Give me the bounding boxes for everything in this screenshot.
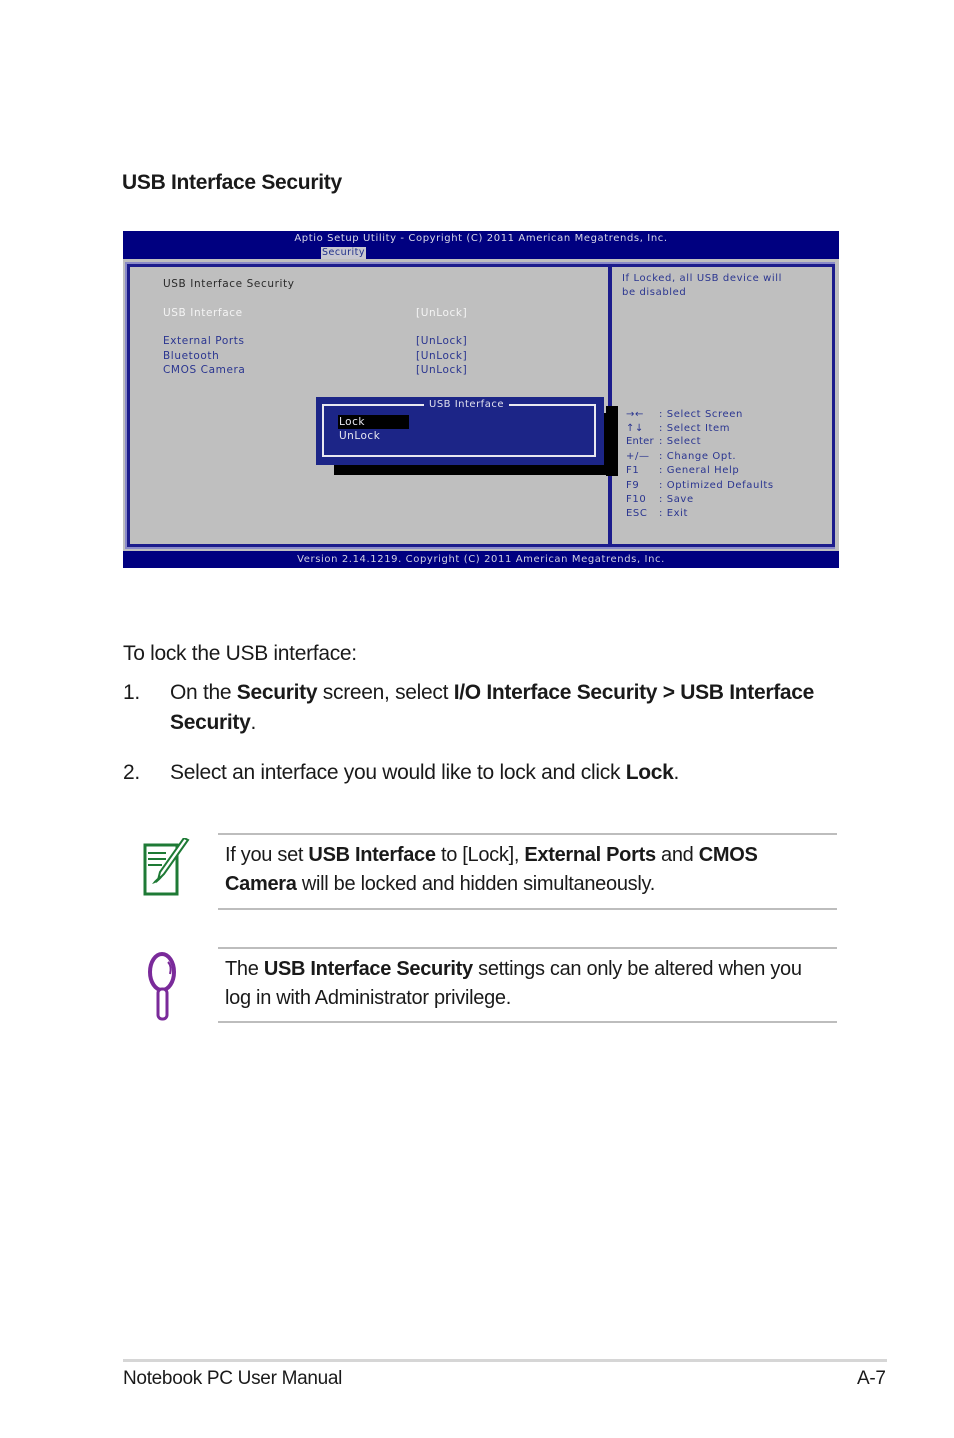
key-f9: F9	[626, 480, 640, 491]
step-text-part: On the	[170, 681, 237, 704]
note-rule-bottom	[218, 908, 837, 910]
popup-option-unlock[interactable]: UnLock	[338, 429, 380, 443]
setting-usb-interface-label[interactable]: USB Interface	[163, 307, 243, 319]
key-enter-action: : Select	[659, 436, 702, 447]
key-f1: F1	[626, 465, 640, 476]
instruction-step-2: 2. Select an interface you would like to…	[123, 758, 823, 788]
setting-cmos-camera-value[interactable]: [UnLock]	[416, 364, 467, 376]
step-text: On the Security screen, select I/O Inter…	[170, 678, 820, 738]
footer-rule	[123, 1359, 887, 1362]
setting-cmos-camera-label[interactable]: CMOS Camera	[163, 364, 245, 376]
step-text-part: screen, select	[317, 681, 454, 704]
key-select-screen: →←	[626, 409, 644, 420]
note-text-part: and	[655, 844, 699, 866]
tip-text-admin: The USB Interface Security settings can …	[225, 955, 825, 1013]
key-enter: Enter	[626, 436, 654, 447]
bios-screenshot: Aptio Setup Utility - Copyright (C) 2011…	[123, 231, 839, 568]
instruction-step-1: 1. On the Security screen, select I/O In…	[123, 678, 823, 740]
tip-rule-top	[218, 947, 837, 949]
bios-footer: Version 2.14.1219. Copyright (C) 2011 Am…	[123, 551, 839, 568]
step-text-part: Select an interface you would like to lo…	[170, 761, 626, 784]
note-text-usb-lock: If you set USB Interface to [Lock], Exte…	[225, 841, 825, 899]
key-select-item: ↑↓	[626, 423, 644, 434]
step-text-part: .	[673, 761, 680, 784]
tip-rule-bottom	[218, 1021, 837, 1023]
note-text-part: If you set	[225, 844, 309, 866]
bios-header-title: Aptio Setup Utility - Copyright (C) 2011…	[294, 233, 668, 244]
step-bold-security: Security	[236, 681, 318, 704]
footer-manual-title: Notebook PC User Manual	[123, 1368, 343, 1389]
panel-title: USB Interface Security	[163, 278, 295, 290]
section-title: USB Interface Security	[122, 171, 342, 194]
step-text-part: .	[250, 711, 257, 734]
popup-title: USB Interface	[424, 398, 509, 411]
usb-interface-popup: USB Interface Lock UnLock	[316, 397, 604, 465]
step-number: 1.	[123, 681, 140, 704]
popup-option-lock[interactable]: Lock	[338, 415, 409, 429]
key-f10: F10	[626, 494, 647, 505]
step-number: 2.	[123, 761, 140, 784]
key-f1-action: : General Help	[659, 465, 740, 476]
key-select-item-action: : Select Item	[659, 423, 731, 434]
popup-border: USB Interface Lock UnLock	[322, 398, 596, 457]
setting-external-ports-label[interactable]: External Ports	[163, 335, 245, 347]
note-text-part: will be locked and hidden simultaneously…	[296, 873, 655, 895]
key-f10-action: : Save	[659, 494, 694, 505]
key-select-screen-action: : Select Screen	[659, 409, 743, 420]
note-text-part: to [Lock],	[435, 844, 525, 866]
magnifier-tip-icon	[146, 950, 182, 1027]
step-text: Select an interface you would like to lo…	[170, 758, 820, 788]
key-change-opt-action: : Change Opt.	[659, 451, 737, 462]
help-text-line-1: If Locked, all USB device will	[622, 273, 783, 284]
setting-external-ports-value[interactable]: [UnLock]	[416, 335, 467, 347]
setting-bluetooth-value[interactable]: [UnLock]	[416, 350, 467, 362]
key-esc: ESC	[626, 508, 648, 519]
note-rule-top	[218, 833, 837, 835]
popup-shadow-edge	[606, 406, 618, 476]
help-text-line-2: be disabled	[622, 287, 687, 298]
tab-security[interactable]: Security	[321, 247, 367, 259]
note-text-part: The	[225, 958, 264, 980]
page-number: A-7	[857, 1368, 886, 1389]
bios-help-panel: If Locked, all USB device will be disabl…	[609, 264, 835, 547]
note-pencil-icon	[142, 836, 194, 903]
instructions-intro: To lock the USB interface:	[123, 642, 357, 665]
bios-header: Aptio Setup Utility - Copyright (C) 2011…	[123, 231, 839, 259]
note-bold-external-ports: External Ports	[524, 844, 656, 866]
key-esc-action: : Exit	[659, 508, 689, 519]
note-bold-usb-interface-security: USB Interface Security	[263, 958, 473, 980]
setting-usb-interface-value[interactable]: [UnLock]	[416, 307, 467, 319]
key-f9-action: : Optimized Defaults	[659, 480, 774, 491]
setting-bluetooth-label[interactable]: Bluetooth	[163, 350, 219, 362]
step-bold-lock: Lock	[625, 761, 674, 784]
note-bold-usb-interface: USB Interface	[308, 844, 436, 866]
key-change-opt: +/—	[626, 451, 650, 462]
